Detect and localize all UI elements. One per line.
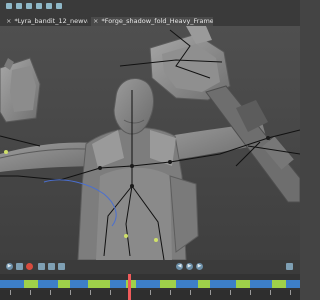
key-segment[interactable] (210, 280, 236, 288)
animation-timeline: ▶ ◀ ▶ ▶ (0, 260, 300, 300)
key-segment[interactable] (236, 280, 250, 288)
playhead[interactable] (128, 274, 131, 300)
key-segment[interactable] (88, 280, 110, 288)
key-segment[interactable] (24, 280, 38, 288)
document-tab-bar: ×*Lyra_bandit_12_newvalues_rebornfa ×*Fo… (0, 0, 300, 27)
close-icon[interactable]: × (93, 17, 98, 25)
options-icon[interactable] (58, 263, 65, 270)
record-icon[interactable] (26, 263, 33, 270)
scale-icon[interactable] (36, 3, 42, 9)
left-hammer (0, 57, 41, 123)
prev-key-icon[interactable]: ◀ (176, 263, 183, 270)
play-icon[interactable]: ▶ (6, 263, 13, 270)
scene-render (0, 26, 300, 260)
play-icon[interactable]: ▶ (186, 263, 193, 270)
camera-icon[interactable] (6, 3, 12, 9)
view-icon[interactable] (46, 3, 52, 9)
grid-icon[interactable] (56, 3, 62, 9)
key-segment[interactable] (0, 280, 24, 288)
settings-icon[interactable] (286, 263, 293, 270)
frame-ruler[interactable] (0, 290, 300, 300)
key-segment[interactable] (176, 280, 198, 288)
tab-forge-shadow[interactable]: ×*Forge_shadow_fold_Heavy_Frame_0_21 (91, 17, 213, 26)
key-segment[interactable] (272, 280, 286, 288)
speed-icon[interactable] (48, 263, 55, 270)
close-icon[interactable]: × (6, 17, 11, 25)
key-segment[interactable] (110, 280, 126, 288)
key-segment[interactable] (286, 280, 300, 288)
loop-icon[interactable] (38, 263, 45, 270)
rotate-icon[interactable] (26, 3, 32, 9)
tab-label: *Forge_shadow_fold_Heavy_Frame_0_21 (101, 17, 213, 25)
next-key-icon[interactable]: ▶ (196, 263, 203, 270)
key-segment[interactable] (70, 280, 88, 288)
key-segment[interactable] (38, 280, 58, 288)
tab-lyra-bandit[interactable]: ×*Lyra_bandit_12_newvalues_rebornfa (6, 17, 88, 26)
key-segment[interactable] (250, 280, 272, 288)
key-segment[interactable] (160, 280, 176, 288)
move-icon[interactable] (16, 3, 22, 9)
key-segment[interactable] (198, 280, 210, 288)
key-track[interactable] (0, 280, 300, 290)
tab-label: *Lyra_bandit_12_newvalues_rebornfa (14, 17, 88, 25)
key-icon[interactable] (16, 263, 23, 270)
3d-viewport[interactable] (0, 26, 300, 260)
key-segment[interactable] (58, 280, 70, 288)
key-segment[interactable] (136, 280, 160, 288)
timeline-toolbar: ▶ ◀ ▶ ▶ (0, 260, 300, 274)
